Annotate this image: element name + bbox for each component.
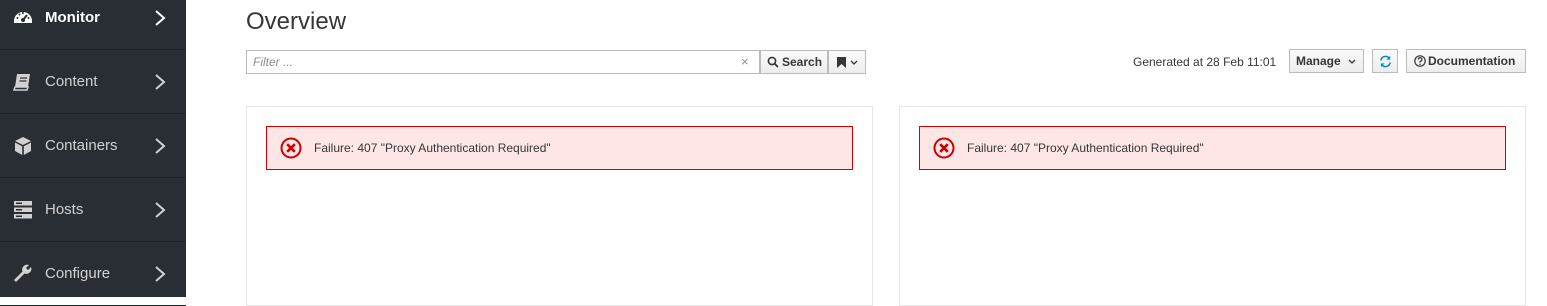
sidebar-item-label: Hosts	[45, 201, 84, 218]
sidebar-item-label: Containers	[45, 137, 118, 154]
error-alert: Failure: 407 "Proxy Authentication Requi…	[919, 126, 1506, 170]
dashboard-icon	[14, 12, 32, 23]
chevron-right-icon	[155, 266, 166, 282]
server-icon	[14, 201, 32, 219]
chevron-right-icon	[155, 138, 166, 154]
refresh-button[interactable]	[1372, 49, 1398, 73]
sidebar-item-content[interactable]: Content	[0, 51, 186, 114]
alert-message: Failure: 407 "Proxy Authentication Requi…	[967, 141, 1204, 155]
book-icon	[13, 74, 30, 91]
sidebar-item-label: Monitor	[45, 9, 100, 26]
search-button-label: Search	[782, 55, 823, 69]
sidebar-item-hosts[interactable]: Hosts	[0, 179, 186, 242]
generated-timestamp: Generated at 28 Feb 11:01	[1133, 55, 1277, 69]
chevron-right-icon	[155, 202, 166, 218]
error-alert: Failure: 407 "Proxy Authentication Requi…	[266, 126, 853, 170]
bookmark-icon	[837, 57, 846, 68]
widget-card: Failure: 407 "Proxy Authentication Requi…	[899, 106, 1526, 306]
manage-label: Manage	[1296, 54, 1341, 68]
documentation-label: Documentation	[1428, 54, 1516, 68]
chevron-down-icon	[1348, 59, 1356, 64]
wrench-icon	[14, 264, 32, 282]
chevron-right-icon	[155, 10, 166, 26]
question-circle-icon	[1414, 55, 1426, 67]
filter-field: ×	[246, 50, 760, 74]
saved-filters-dropdown[interactable]	[828, 50, 866, 74]
alert-message: Failure: 407 "Proxy Authentication Requi…	[314, 141, 551, 155]
search-button[interactable]: Search	[760, 50, 828, 74]
clear-filter-button[interactable]: ×	[741, 55, 749, 69]
error-circle-icon	[933, 137, 955, 159]
sidebar-item-monitor[interactable]: Monitor	[0, 0, 186, 50]
error-circle-icon	[280, 137, 302, 159]
sidebar-nav: Monitor Content Containers Hosts Configu…	[0, 0, 186, 306]
manage-dropdown[interactable]: Manage	[1289, 49, 1364, 73]
documentation-button[interactable]: Documentation	[1406, 49, 1526, 73]
sidebar-item-containers[interactable]: Containers	[0, 115, 186, 178]
filter-input[interactable]	[247, 51, 733, 73]
search-icon	[767, 56, 779, 68]
sidebar-item-label: Content	[45, 73, 98, 90]
refresh-icon	[1380, 55, 1391, 68]
widget-card: Failure: 407 "Proxy Authentication Requi…	[246, 106, 873, 306]
chevron-down-icon	[850, 60, 858, 65]
cube-icon	[15, 137, 31, 155]
chevron-right-icon	[155, 74, 166, 90]
page-title: Overview	[246, 8, 347, 35]
sidebar-item-label: Configure	[45, 265, 111, 282]
